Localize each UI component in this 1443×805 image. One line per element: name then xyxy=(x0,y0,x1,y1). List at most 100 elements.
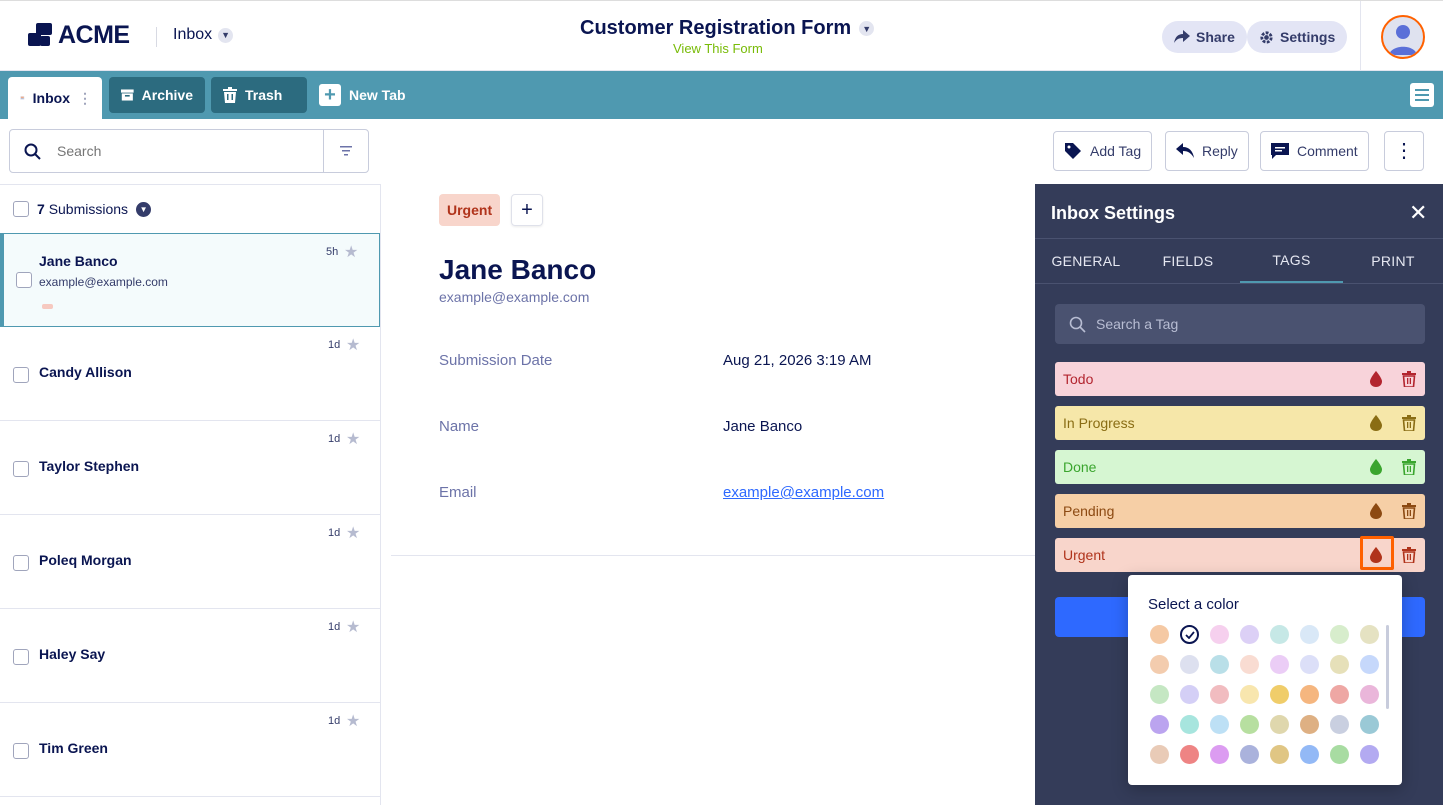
chevron-down-icon[interactable]: ▼ xyxy=(136,201,152,217)
row-checkbox[interactable] xyxy=(13,743,29,759)
list-item[interactable]: Candy Allison 1d ★ xyxy=(0,327,380,421)
color-swatch[interactable] xyxy=(1240,625,1259,644)
tab-trash[interactable]: Trash xyxy=(211,77,307,113)
color-swatch[interactable] xyxy=(1180,655,1199,674)
color-swatch[interactable] xyxy=(1210,625,1229,644)
color-swatch[interactable] xyxy=(1210,685,1229,704)
tab-tags[interactable]: TAGS xyxy=(1240,239,1343,283)
form-title[interactable]: Customer Registration Form ▼ xyxy=(580,17,875,40)
color-swatch[interactable] xyxy=(1360,655,1379,674)
tab-print[interactable]: PRINT xyxy=(1343,239,1443,283)
row-checkbox[interactable] xyxy=(13,649,29,665)
tag-row[interactable]: Urgent xyxy=(1055,536,1425,572)
color-swatch[interactable] xyxy=(1300,745,1319,764)
color-drop-icon[interactable] xyxy=(1369,503,1383,519)
urgent-tag[interactable]: Urgent xyxy=(439,194,501,226)
color-swatch[interactable] xyxy=(1180,685,1199,704)
search-input[interactable] xyxy=(41,130,323,172)
tab-fields[interactable]: FIELDS xyxy=(1137,239,1239,283)
trash-icon[interactable] xyxy=(1402,547,1416,563)
color-swatch[interactable] xyxy=(1270,745,1289,764)
star-icon[interactable]: ★ xyxy=(346,429,360,449)
tag-search-input[interactable] xyxy=(1096,316,1425,332)
color-swatch[interactable] xyxy=(1300,685,1319,704)
view-form-link[interactable]: View This Form xyxy=(673,41,763,56)
scrollbar[interactable] xyxy=(1386,625,1389,709)
star-icon[interactable]: ★ xyxy=(346,617,360,637)
reply-button[interactable]: Reply xyxy=(1165,131,1249,171)
color-swatch[interactable] xyxy=(1150,625,1169,644)
drag-handle-icon[interactable]: ⋮ xyxy=(78,90,92,107)
tab-general[interactable]: GENERAL xyxy=(1035,239,1137,283)
color-swatch[interactable] xyxy=(1210,655,1229,674)
more-options-button[interactable]: ⋮ xyxy=(1384,131,1424,171)
color-swatch[interactable] xyxy=(1360,745,1379,764)
user-avatar[interactable] xyxy=(1381,15,1425,59)
star-icon[interactable]: ★ xyxy=(344,242,358,262)
color-drop-icon[interactable] xyxy=(1369,459,1383,475)
color-swatch[interactable] xyxy=(1150,715,1169,734)
tag-row[interactable]: Todo xyxy=(1055,362,1425,396)
acme-logo[interactable]: ACME xyxy=(28,21,130,50)
color-swatch[interactable] xyxy=(1210,745,1229,764)
list-item[interactable]: Taylor Stephen 1d ★ xyxy=(0,421,380,515)
color-swatch[interactable] xyxy=(1240,655,1259,674)
add-tag-plus-button[interactable]: + xyxy=(511,194,543,226)
list-item[interactable]: Poleq Morgan 1d ★ xyxy=(0,515,380,609)
color-swatch[interactable] xyxy=(1180,625,1199,644)
row-checkbox[interactable] xyxy=(13,461,29,477)
color-swatch[interactable] xyxy=(1330,685,1349,704)
select-all-checkbox[interactable] xyxy=(13,201,29,217)
color-swatch[interactable] xyxy=(1360,715,1379,734)
add-tag-button[interactable]: Add Tag xyxy=(1053,131,1153,171)
color-swatch[interactable] xyxy=(1360,625,1379,644)
filter-button[interactable] xyxy=(323,130,368,172)
row-checkbox[interactable] xyxy=(13,555,29,571)
color-swatch[interactable] xyxy=(1300,655,1319,674)
color-swatch[interactable] xyxy=(1240,715,1259,734)
list-item[interactable]: Tim Green 1d ★ xyxy=(0,703,380,797)
color-swatch[interactable] xyxy=(1240,685,1259,704)
row-checkbox[interactable] xyxy=(16,272,32,288)
tab-archive[interactable]: Archive xyxy=(109,77,205,113)
tag-row[interactable]: In Progress xyxy=(1055,406,1425,440)
close-icon[interactable]: ✕ xyxy=(1409,200,1427,226)
trash-icon[interactable] xyxy=(1402,371,1416,387)
color-swatch[interactable] xyxy=(1150,655,1169,674)
star-icon[interactable]: ★ xyxy=(346,335,360,355)
color-drop-icon[interactable] xyxy=(1369,415,1383,431)
color-swatch[interactable] xyxy=(1270,625,1289,644)
color-swatch[interactable] xyxy=(1270,715,1289,734)
color-swatch[interactable] xyxy=(1270,685,1289,704)
color-swatch[interactable] xyxy=(1330,625,1349,644)
color-swatch[interactable] xyxy=(1270,655,1289,674)
list-item[interactable]: Jane Banco example@example.com 5h ★ xyxy=(0,233,380,327)
row-checkbox[interactable] xyxy=(13,367,29,383)
color-swatch[interactable] xyxy=(1210,715,1229,734)
color-swatch[interactable] xyxy=(1360,685,1379,704)
star-icon[interactable]: ★ xyxy=(346,523,360,543)
color-swatch[interactable] xyxy=(1240,745,1259,764)
color-drop-icon[interactable] xyxy=(1369,547,1383,563)
color-drop-icon[interactable] xyxy=(1369,371,1383,387)
inbox-dropdown[interactable]: Inbox ▼ xyxy=(173,26,234,44)
hamburger-menu-icon[interactable] xyxy=(1410,83,1434,107)
comment-button[interactable]: Comment xyxy=(1260,131,1369,171)
email-link[interactable]: example@example.com xyxy=(723,484,884,501)
color-swatch[interactable] xyxy=(1330,745,1349,764)
list-item[interactable]: Haley Say 1d ★ xyxy=(0,609,380,703)
trash-icon[interactable] xyxy=(1402,459,1416,475)
trash-icon[interactable] xyxy=(1402,503,1416,519)
trash-icon[interactable] xyxy=(1402,415,1416,431)
color-swatch[interactable] xyxy=(1150,745,1169,764)
share-button[interactable]: Share xyxy=(1162,21,1247,53)
new-tab-button[interactable]: + New Tab xyxy=(307,77,418,113)
settings-button[interactable]: Settings xyxy=(1247,21,1348,53)
color-swatch[interactable] xyxy=(1330,655,1349,674)
color-swatch[interactable] xyxy=(1150,685,1169,704)
star-icon[interactable]: ★ xyxy=(346,711,360,731)
tag-row[interactable]: Done xyxy=(1055,450,1425,484)
tag-row[interactable]: Pending xyxy=(1055,494,1425,528)
color-swatch[interactable] xyxy=(1330,715,1349,734)
color-swatch[interactable] xyxy=(1300,715,1319,734)
